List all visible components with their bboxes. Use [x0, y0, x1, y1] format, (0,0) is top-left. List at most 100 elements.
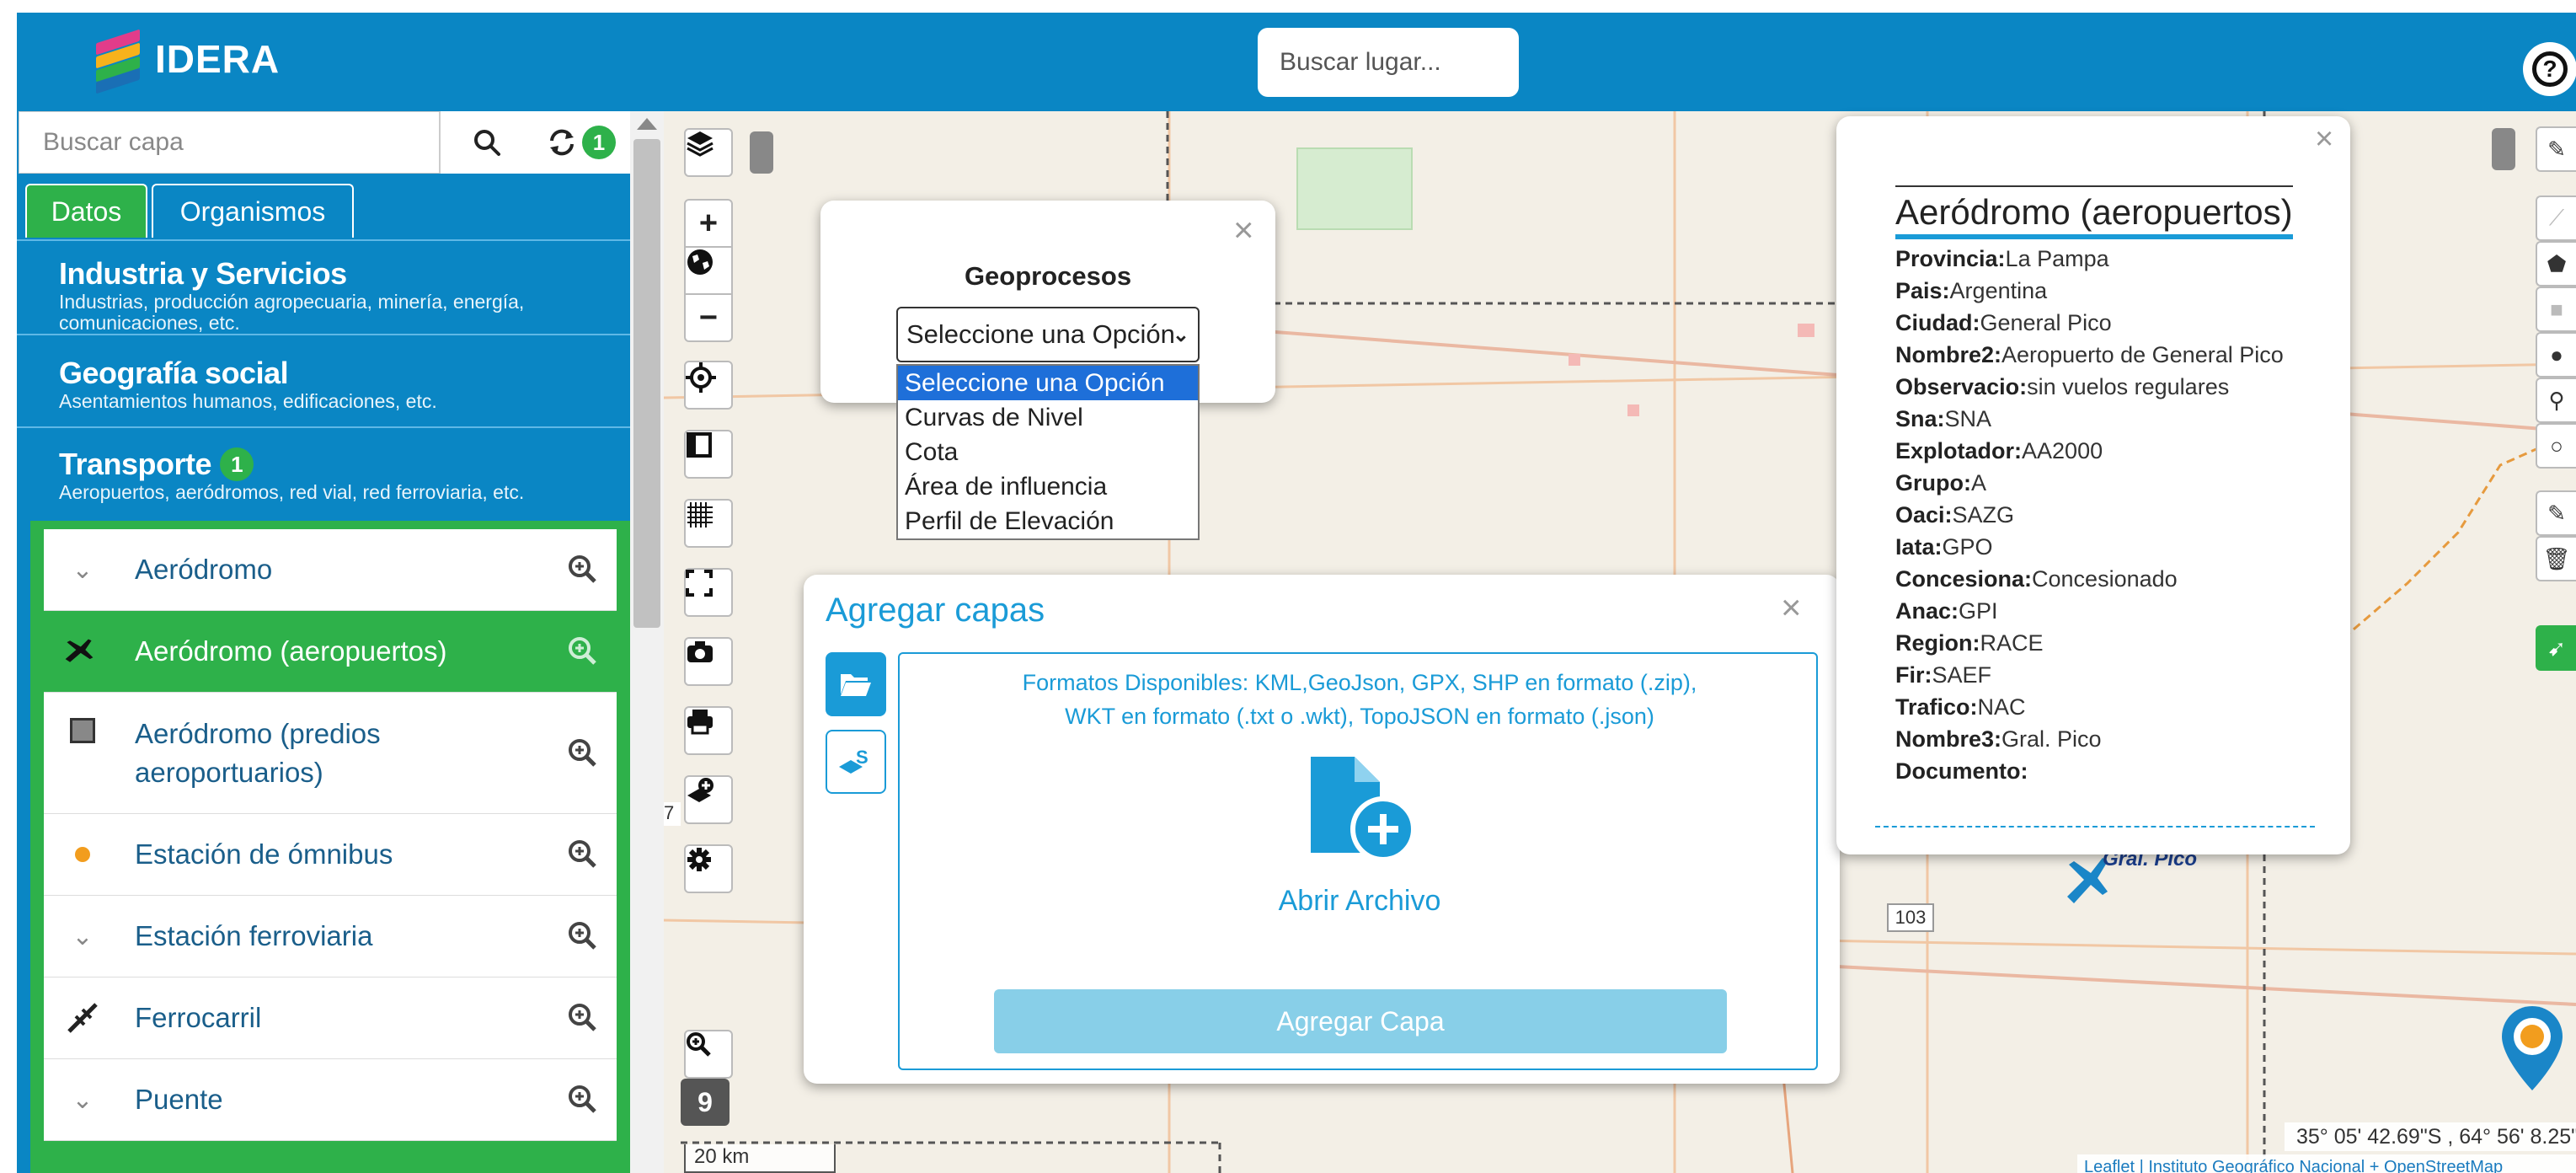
pencil-icon: ✎ [2547, 136, 2566, 162]
info-field-value: La Pampa [2005, 246, 2109, 271]
info-field-value: sin vuelos regulares [2027, 374, 2230, 399]
tab-organismos[interactable]: Organismos [152, 184, 354, 238]
draw-line-button[interactable]: ⟋ [2536, 196, 2576, 241]
info-field-key: Iata: [1895, 534, 1943, 560]
layers-icon [687, 131, 713, 157]
layer-label: Ferrocarril [135, 1002, 262, 1033]
search-layer-input[interactable] [19, 111, 440, 174]
scroll-up-arrow-icon[interactable] [637, 118, 657, 130]
zoom-to-layer-icon[interactable] [566, 1001, 600, 1035]
sidebar-tabs: Datos Organismos [17, 174, 630, 238]
info-field-value: SNA [1944, 406, 1992, 431]
draw-rectangle-button[interactable]: ■ [2536, 287, 2576, 332]
layer-item-ferrocarril[interactable]: Ferrocarril [44, 978, 617, 1059]
category-transporte[interactable]: Transporte 1 Aeropuertos, aeródromos, re… [17, 426, 630, 519]
close-icon[interactable]: × [2315, 123, 2333, 155]
scale-bar: 20 km [684, 1144, 836, 1173]
info-field-key: Ciudad: [1895, 310, 1980, 335]
category-desc: Aeropuertos, aeródromos, red vial, red f… [59, 481, 525, 503]
add-service-tab[interactable]: S [826, 730, 886, 794]
zoom-to-layer-icon[interactable] [566, 553, 600, 586]
search-place-input[interactable] [1258, 28, 1519, 97]
category-desc: Industrias, producción agropecuaria, min… [59, 291, 525, 334]
fullscreen-button[interactable] [684, 568, 733, 617]
zoom-to-extent-button[interactable] [684, 1030, 733, 1079]
settings-button[interactable] [684, 844, 733, 893]
draw-circle-button[interactable]: ● [2536, 332, 2576, 378]
info-field-value: RACE [1980, 630, 2044, 656]
select-feature-button[interactable]: ➹ [2536, 625, 2576, 671]
add-layer-button[interactable] [684, 775, 733, 824]
panel-handle[interactable] [750, 131, 773, 174]
rail-icon [67, 1003, 98, 1033]
agregar-capa-button[interactable]: Agregar Capa [994, 989, 1727, 1053]
dropdown-option[interactable]: Área de influencia [898, 469, 1198, 504]
open-file-tab[interactable] [826, 652, 886, 716]
info-field-row: Pais:Argentina [1895, 275, 2333, 307]
screenshot-button[interactable] [684, 637, 733, 686]
info-field-row: Iata:GPO [1895, 531, 2333, 563]
layer-item-estacion-ferroviaria[interactable]: ⌄ Estación ferroviaria [44, 896, 617, 978]
locate-button[interactable] [684, 361, 733, 410]
layer-item-aerodromo-aeropuertos[interactable]: Aeródromo (aeropuertos) [44, 611, 617, 693]
dropdown-option[interactable]: Seleccione una Opción [898, 366, 1198, 400]
draw-polygon-button[interactable]: ⬟ [2536, 241, 2576, 287]
sidebar-scrollbar-thumb[interactable] [633, 139, 660, 628]
geoprocesos-select[interactable]: Seleccione una Opción ⌄ [896, 307, 1200, 362]
category-title: Industria y Servicios [59, 256, 347, 291]
dropdown-option[interactable]: Cota [898, 435, 1198, 469]
info-field-row: Grupo:A [1895, 467, 2333, 499]
edit-layers-button[interactable]: ✎ [2536, 490, 2576, 536]
info-divider [1875, 826, 2315, 828]
line-icon: ⟋ [2548, 205, 2565, 230]
search-layer-button[interactable] [440, 111, 532, 174]
refresh-button[interactable]: 1 [532, 111, 630, 174]
zoom-to-layer-icon[interactable] [566, 736, 600, 770]
select-value: Seleccione una Opción [906, 319, 1175, 349]
help-button[interactable]: ? [2523, 42, 2576, 96]
zoom-to-layer-icon[interactable] [566, 635, 600, 668]
zoom-to-layer-icon[interactable] [566, 919, 600, 953]
file-add-icon[interactable] [1302, 757, 1415, 861]
location-pin-icon[interactable] [2499, 1003, 2566, 1095]
map-attribution[interactable]: Leaflet | Instituto Geográfico Nacional … [2077, 1154, 2576, 1173]
zoom-to-layer-icon[interactable] [566, 1083, 600, 1117]
draw-circlemarker-button[interactable]: ○ [2536, 423, 2576, 469]
close-icon[interactable]: × [1233, 212, 1254, 248]
delete-layers-button[interactable]: 🗑 [2536, 536, 2576, 581]
zoom-to-layer-icon[interactable] [566, 838, 600, 871]
info-field-value: GPO [1942, 534, 1993, 560]
geoprocesos-dropdown: Seleccione una Opción Curvas de Nivel Co… [896, 364, 1200, 540]
open-file-link[interactable]: Abrir Archivo [900, 885, 1820, 918]
chevron-down-icon: ⌄ [72, 922, 94, 951]
graticule-button[interactable] [684, 499, 733, 548]
layers-control-button[interactable] [684, 128, 733, 177]
zoom-out-button[interactable]: − [684, 293, 733, 342]
category-industria[interactable]: Industria y Servicios Industrias, produc… [17, 239, 630, 334]
draw-toggle-button[interactable]: ✎ [2536, 126, 2576, 172]
svg-text:S: S [856, 747, 868, 768]
layer-item-aerodromo[interactable]: ⌄ Aeródromo [44, 529, 617, 611]
layer-item-puente[interactable]: ⌄ Puente [44, 1059, 617, 1141]
tab-datos[interactable]: Datos [25, 184, 147, 238]
info-field-row: Concesiona:Concesionado [1895, 563, 2333, 595]
globe-button[interactable] [684, 246, 733, 295]
search-icon [473, 130, 500, 156]
add-layer-icon [687, 778, 713, 802]
idera-logo[interactable]: IDERA [93, 29, 280, 94]
measure-button[interactable] [684, 430, 733, 479]
toolbar-handle[interactable] [2492, 128, 2515, 170]
zoom-in-button[interactable]: + [684, 199, 733, 248]
dropdown-option[interactable]: Curvas de Nivel [898, 400, 1198, 435]
dropdown-option[interactable]: Perfil de Elevación [898, 504, 1198, 538]
category-geografia-social[interactable]: Geografía social Asentamientos humanos, … [17, 334, 630, 426]
print-button[interactable] [684, 706, 733, 755]
pentagon-icon: ⬟ [2547, 250, 2567, 276]
draw-marker-button[interactable]: ⚲ [2536, 378, 2576, 423]
layer-item-estacion-omnibus[interactable]: Estación de ómnibus [44, 814, 617, 896]
gear-icon [687, 848, 711, 871]
file-drop-zone[interactable]: Formatos Disponibles: KML,GeoJson, GPX, … [898, 652, 1818, 1070]
info-field-value: A [1970, 470, 1986, 495]
close-icon[interactable]: × [1781, 590, 1802, 625]
layer-item-aerodromo-predios[interactable]: Aeródromo (predios aeroportuarios) [44, 693, 617, 814]
